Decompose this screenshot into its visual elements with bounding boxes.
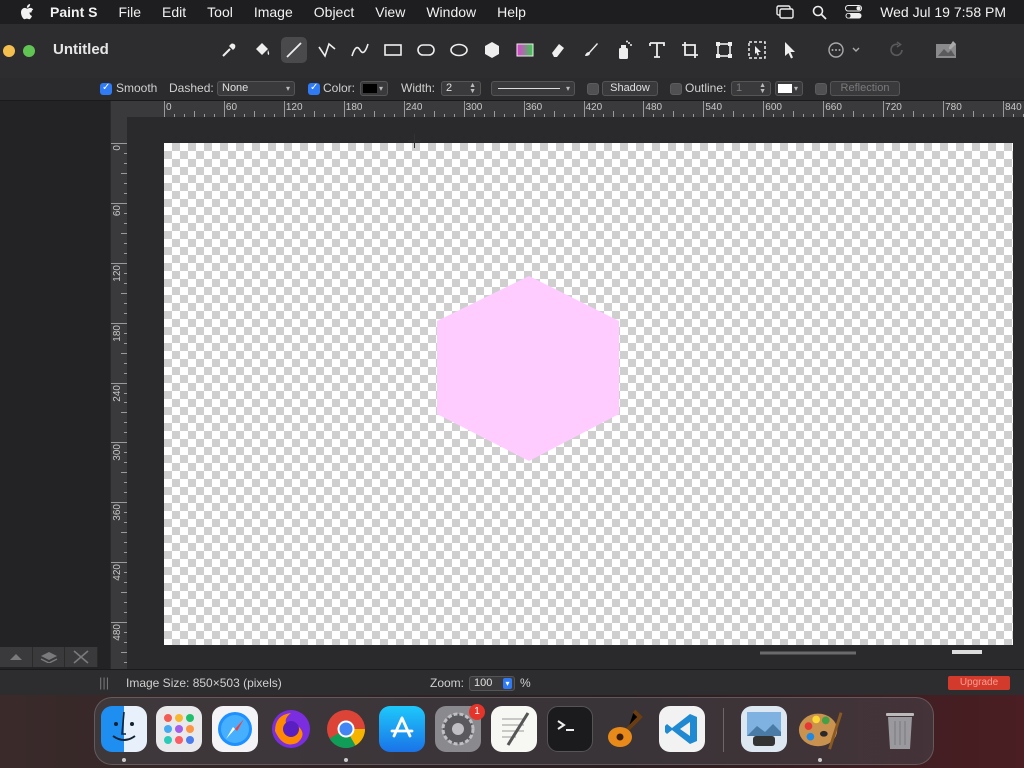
chrome-icon[interactable] [323,706,369,752]
chrome-running-dot [344,758,348,762]
system-settings-icon[interactable]: 1 [435,704,485,752]
firefox-icon[interactable] [268,706,314,752]
settings-notification-badge: 1 [469,704,485,720]
dock-separator [723,708,724,752]
finder-running-dot [122,758,126,762]
hexagon-shape[interactable] [437,276,619,461]
preview-icon[interactable] [741,706,787,752]
chevron-down-icon: ▾ [503,678,512,689]
status-bar: ||| Image Size: 850×503 (pixels) Zoom: 1… [0,669,1024,696]
trash-icon[interactable] [877,706,923,752]
resize-grip-icon[interactable]: ||| [99,675,109,690]
image-size-label: Image Size: 850×503 (pixels) [126,676,282,690]
zoom-select[interactable]: 100 ▾ [469,676,515,691]
upgrade-button[interactable]: Upgrade [948,676,1010,690]
dock: 1 [94,697,934,765]
safari-icon[interactable] [212,706,258,752]
garageband-icon[interactable] [603,706,649,752]
paint-s-icon[interactable] [797,706,843,752]
finder-icon[interactable] [101,706,147,752]
launchpad-icon[interactable] [156,706,202,752]
canvas-indicator [952,650,982,654]
paint-s-running-dot [818,758,822,762]
textedit-icon[interactable] [491,706,537,752]
vscode-icon[interactable] [659,706,705,752]
terminal-icon[interactable] [547,706,593,752]
zoom-label: Zoom: [430,676,465,690]
app-store-icon[interactable] [379,706,425,752]
crosshair-cursor-icon [408,134,421,148]
canvas-overlay [408,134,982,655]
zoom-unit: % [520,676,531,690]
